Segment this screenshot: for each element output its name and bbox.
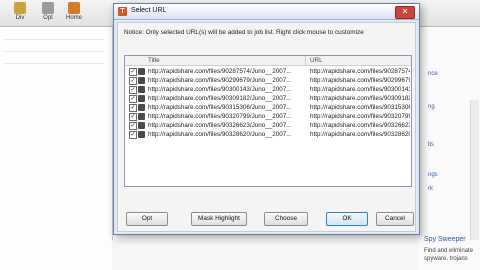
row-checkbox[interactable]: ✓ bbox=[129, 95, 137, 103]
dialog-body: Notice: Only selected URL(s) will be add… bbox=[117, 22, 416, 232]
row-title: http://rapidshare.com/files/90309182/Jun… bbox=[148, 95, 292, 102]
list-item[interactable]: ✓ http://rapidshare.com/files/90328620/J… bbox=[125, 130, 411, 139]
file-icon bbox=[138, 113, 145, 120]
bottom-area bbox=[112, 240, 418, 270]
list-item[interactable]: ✓ http://rapidshare.com/files/90320799/J… bbox=[125, 112, 411, 121]
row-checkbox[interactable]: ✓ bbox=[129, 86, 137, 94]
toolbar-div-button[interactable]: Div bbox=[8, 1, 32, 25]
toolbar-options-label: Opt bbox=[43, 15, 53, 21]
row-url: http://rapidshare.com/files/90320799/Jun… bbox=[310, 113, 410, 120]
home-icon bbox=[68, 2, 80, 14]
row-url: http://rapidshare.com/files/90315306/Jun… bbox=[310, 104, 410, 111]
url-list[interactable]: Title URL ✓ http://rapidshare.com/files/… bbox=[124, 55, 412, 187]
row-title: http://rapidshare.com/files/90326623/Jun… bbox=[148, 122, 292, 129]
ad-text: Find and eliminate bbox=[424, 248, 474, 254]
file-icon bbox=[138, 77, 145, 84]
list-item[interactable]: ✓ http://rapidshare.com/files/90326623/J… bbox=[125, 121, 411, 130]
toolbar-div-label: Div bbox=[15, 15, 25, 21]
cancel-button[interactable]: Cancel bbox=[376, 212, 414, 226]
select-url-dialog: T Select URL ✕ Notice: Only selected URL… bbox=[113, 3, 420, 235]
sidebar-link[interactable]: lts bbox=[428, 142, 434, 148]
ad-text: spyware, trojans bbox=[424, 256, 468, 262]
file-icon bbox=[138, 68, 145, 75]
row-title: http://rapidshare.com/files/90320799/Jun… bbox=[148, 113, 292, 120]
column-separator[interactable] bbox=[305, 56, 306, 65]
row-checkbox[interactable]: ✓ bbox=[129, 68, 137, 76]
file-icon bbox=[138, 95, 145, 102]
divider bbox=[4, 51, 104, 52]
divider bbox=[4, 63, 104, 64]
row-title: http://rapidshare.com/files/90299679/Jun… bbox=[148, 77, 292, 84]
row-checkbox[interactable]: ✓ bbox=[129, 77, 137, 85]
list-item[interactable]: ✓ http://rapidshare.com/files/90309182/J… bbox=[125, 94, 411, 103]
divider bbox=[4, 39, 104, 40]
app-icon: T bbox=[118, 7, 127, 16]
toolbar-home-label: Home bbox=[65, 15, 82, 21]
row-title: http://rapidshare.com/files/90300143/Jun… bbox=[148, 86, 292, 93]
notice-text: Notice: Only selected URL(s) will be add… bbox=[124, 29, 364, 36]
left-pane bbox=[0, 27, 113, 270]
ad-title[interactable]: Spy Sweeper bbox=[424, 236, 466, 243]
sidebar-scrollbar[interactable] bbox=[470, 100, 479, 240]
row-checkbox[interactable]: ✓ bbox=[129, 113, 137, 121]
opt-button[interactable]: Opt bbox=[126, 212, 168, 226]
list-item[interactable]: ✓ http://rapidshare.com/files/90315306/J… bbox=[125, 103, 411, 112]
row-url: http://rapidshare.com/files/90300143/Jun… bbox=[310, 86, 410, 93]
options-icon bbox=[42, 2, 54, 14]
toolbar-home-button[interactable]: Home bbox=[62, 1, 86, 25]
sidebar-link[interactable]: ngs bbox=[428, 172, 438, 178]
file-icon bbox=[138, 122, 145, 129]
row-checkbox[interactable]: ✓ bbox=[129, 131, 137, 139]
toolbar-options-button[interactable]: Opt bbox=[36, 1, 60, 25]
list-header: Title URL bbox=[125, 56, 411, 66]
row-url: http://rapidshare.com/files/90299679/Jun… bbox=[310, 77, 410, 84]
row-title: http://rapidshare.com/files/90328620/Jun… bbox=[148, 131, 292, 138]
mask-highlight-button[interactable]: Mask Highlight bbox=[191, 212, 247, 226]
row-title: http://rapidshare.com/files/90315306/Jun… bbox=[148, 104, 292, 111]
row-url: http://rapidshare.com/files/90328620/Jun… bbox=[310, 131, 410, 138]
file-icon bbox=[138, 104, 145, 111]
sidebar-link[interactable]: ng bbox=[428, 104, 435, 110]
dialog-title: Select URL bbox=[131, 7, 167, 14]
choose-button[interactable]: Choose bbox=[264, 212, 308, 226]
list-item[interactable]: ✓ http://rapidshare.com/files/90300143/J… bbox=[125, 85, 411, 94]
file-icon bbox=[138, 86, 145, 93]
row-url: http://rapidshare.com/files/90326623/Jun… bbox=[310, 122, 410, 129]
dialog-titlebar[interactable]: T Select URL ✕ bbox=[114, 4, 419, 20]
sidebar-link[interactable]: rk bbox=[428, 186, 433, 192]
column-url-header[interactable]: URL bbox=[310, 57, 323, 64]
ok-button[interactable]: OK bbox=[326, 212, 368, 226]
list-item[interactable]: ✓ http://rapidshare.com/files/90287574/J… bbox=[125, 67, 411, 76]
row-url: http://rapidshare.com/files/90287574/Jun… bbox=[310, 68, 410, 75]
row-checkbox[interactable]: ✓ bbox=[129, 122, 137, 130]
column-title-header[interactable]: Title bbox=[148, 57, 160, 64]
list-item[interactable]: ✓ http://rapidshare.com/files/90299679/J… bbox=[125, 76, 411, 85]
close-button[interactable]: ✕ bbox=[395, 6, 415, 19]
file-icon bbox=[138, 131, 145, 138]
row-title: http://rapidshare.com/files/90287574/Jun… bbox=[148, 68, 292, 75]
div-icon bbox=[14, 2, 26, 14]
row-checkbox[interactable]: ✓ bbox=[129, 104, 137, 112]
sidebar-link[interactable]: nce bbox=[428, 71, 438, 77]
row-url: http://rapidshare.com/files/90309182/Jun… bbox=[310, 95, 410, 102]
